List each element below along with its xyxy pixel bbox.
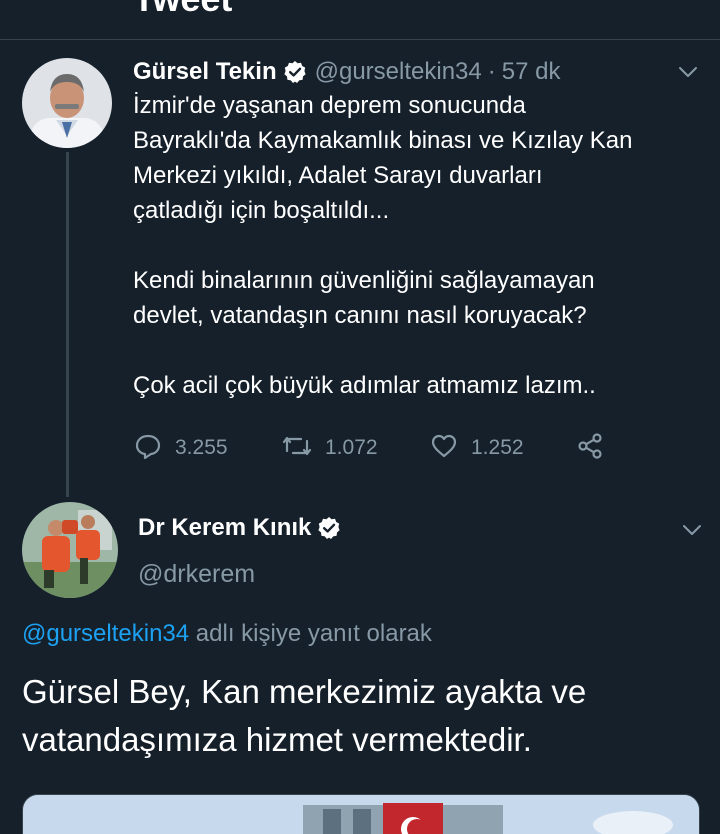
author-handle[interactable]: @gurseltekin34 (315, 58, 482, 86)
reply-button[interactable]: 3.255 (133, 430, 228, 466)
author-name[interactable]: Gürsel Tekin (133, 58, 277, 86)
verified-badge-icon (283, 60, 307, 84)
author-handle[interactable]: @drkerem (138, 560, 255, 589)
reply-text-line: vatandaşımıza hizmet vermektedir. (22, 721, 532, 758)
chevron-down-icon[interactable] (680, 518, 704, 542)
heart-icon (429, 431, 459, 466)
tweet-text-line: İzmir'de yaşanan deprem sonucunda (133, 92, 526, 119)
thread-connector (66, 152, 69, 497)
reply-icon (133, 431, 163, 466)
tweet-header: Gürsel Tekin @gurseltekin34 · 57 dk (133, 56, 560, 88)
tweet-text-line: Bayraklı'da Kaymakamlık binası ve Kızıla… (133, 127, 633, 154)
tweet-actions: 3.255 1.072 1.252 (133, 430, 613, 466)
verified-badge-icon (317, 516, 341, 540)
separator-dot: · (487, 58, 496, 85)
tweet-text-line: Çok acil çok büyük adımlar atmamız lazım… (133, 372, 596, 399)
page-title: Tweet (133, 0, 232, 20)
avatar[interactable] (22, 502, 118, 598)
replying-to-link[interactable]: @gurseltekin34 (22, 620, 189, 647)
replying-to: @gurseltekin34 adlı kişiye yanıt olarak (22, 620, 432, 648)
like-count: 1.252 (471, 436, 524, 459)
tweet-text-line: Kendi binalarının güvenliğini sağlayamay… (133, 267, 595, 294)
share-icon (575, 431, 605, 466)
tweet-text-line: devlet, vatandaşın canını nasıl koruyaca… (133, 302, 587, 329)
share-button[interactable] (575, 430, 605, 466)
avatar[interactable] (22, 58, 112, 148)
reply-text: Gürsel Bey, Kan merkezimiz ayakta ve vat… (22, 668, 712, 764)
tweet-text-line: çatladığı için boşaltıldı... (133, 197, 390, 224)
retweet-count: 1.072 (325, 436, 378, 459)
retweet-button[interactable]: 1.072 (281, 430, 378, 466)
reply-count: 3.255 (175, 436, 228, 459)
tweet-text-line: Merkezi yıkıldı, Adalet Sarayı duvarları (133, 162, 543, 189)
tweet-time[interactable]: 57 dk (502, 58, 561, 86)
tweet-text: İzmir'de yaşanan deprem sonucunda Bayrak… (133, 88, 693, 403)
reply-header: Dr Kerem Kınık (138, 514, 349, 542)
replying-to-suffix: adlı kişiye yanıt olarak (189, 620, 432, 647)
reply-text-line: Gürsel Bey, Kan merkezimiz ayakta ve (22, 673, 587, 710)
chevron-down-icon[interactable] (676, 60, 700, 84)
author-name[interactable]: Dr Kerem Kınık (138, 514, 311, 542)
retweet-icon (281, 431, 313, 466)
attached-photo[interactable] (22, 794, 700, 834)
like-button[interactable]: 1.252 (429, 430, 524, 466)
top-bar: Tweet (0, 0, 720, 40)
